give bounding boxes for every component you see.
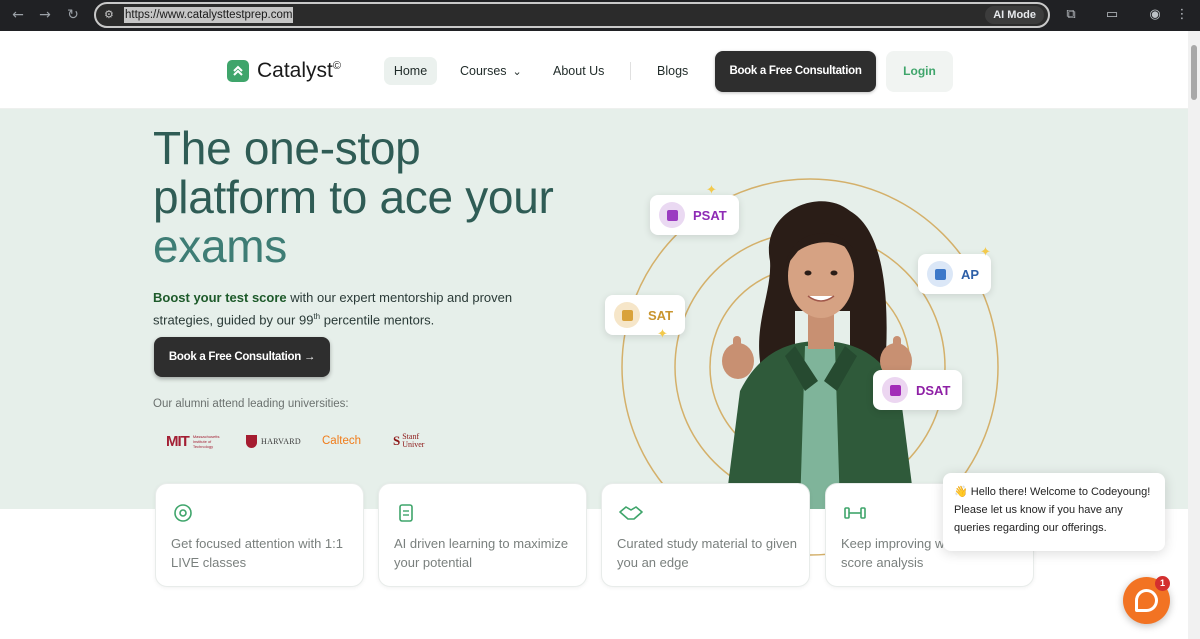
book-consultation-button[interactable]: Book a Free Consultation	[715, 51, 876, 92]
hero-title-line: exams	[153, 220, 287, 272]
hero-subtitle: Boost your test score with our expert me…	[153, 290, 513, 328]
ai-mode-button[interactable]: AI Mode	[985, 6, 1044, 24]
logo[interactable]: Catalyst©	[227, 59, 341, 83]
stanford-logo: S Stanf Univer	[393, 432, 425, 449]
sat-badge: SAT	[605, 295, 686, 335]
ap-icon	[927, 261, 953, 287]
feature-card: Curated study material to given you an e…	[601, 483, 810, 587]
site-settings-icon[interactable]: ⚙	[104, 8, 118, 22]
feature-card: Get focused attention with 1:1 LIVE clas…	[155, 483, 364, 587]
logo-mark-icon	[227, 60, 249, 82]
chat-popup[interactable]: 👋 Hello there! Welcome to Codeyoung! Ple…	[943, 473, 1165, 551]
target-icon	[174, 504, 192, 522]
harvard-logo: HARVARD	[246, 431, 301, 451]
ai-mode-label: AI Mode	[993, 9, 1036, 21]
browser-toolbar: ← → ↻ ⚙ https://www.catalysttestprep.com…	[0, 0, 1200, 31]
feature-text: Get focused attention with 1:1 LIVE clas…	[171, 536, 343, 570]
web-page: Catalyst© Home Courses ⌄ About Us Blogs B…	[0, 31, 1188, 639]
psat-badge: PSAT	[650, 195, 739, 235]
nav-divider	[630, 62, 631, 80]
handshake-icon	[619, 506, 643, 520]
login-button[interactable]: Login	[886, 51, 953, 92]
chevron-down-icon: ⌄	[512, 65, 522, 78]
reload-icon[interactable]: ↻	[63, 5, 83, 25]
harvard-shield-icon	[246, 434, 257, 448]
feature-text: AI driven learning to maximize your pote…	[394, 536, 569, 570]
hero-consultation-button[interactable]: Book a Free Consultation →	[154, 337, 330, 377]
url-text[interactable]: https://www.catalysttestprep.com	[124, 7, 294, 23]
feature-card: AI driven learning to maximize your pote…	[378, 483, 587, 587]
profile-icon[interactable]: ◉	[1145, 5, 1165, 25]
ap-badge: AP	[918, 254, 992, 294]
dumbbell-icon	[844, 507, 866, 519]
alumni-text: Our alumni attend leading universities:	[153, 398, 349, 410]
hero-title-line: platform to ace your	[153, 171, 554, 223]
nav-courses-label: Courses	[460, 64, 507, 78]
nav-about-us[interactable]: About Us	[553, 57, 604, 85]
nav-home[interactable]: Home	[384, 57, 437, 85]
chat-notification-badge: 1	[1155, 576, 1170, 591]
document-icon	[399, 504, 413, 522]
site-header: Catalyst© Home Courses ⌄ About Us Blogs B…	[0, 31, 1188, 109]
logo-text: Catalyst©	[257, 59, 341, 82]
mit-logo: MIT Massachusetts Institute of Technolog…	[166, 432, 220, 450]
sat-icon	[614, 302, 640, 328]
nav-blogs[interactable]: Blogs	[657, 57, 688, 85]
chat-bubble-icon	[1135, 589, 1158, 612]
caltech-logo: Caltech	[322, 435, 361, 447]
dsat-badge: DSAT	[873, 370, 963, 410]
forward-arrow-icon[interactable]: →	[35, 5, 55, 25]
sparkle-icon: ✦	[706, 183, 717, 198]
menu-icon[interactable]: ⋮	[1172, 5, 1192, 25]
hero-title: The one-stop platform to ace your exams	[153, 124, 613, 271]
back-arrow-icon[interactable]: ←	[8, 5, 28, 25]
sparkle-icon: ✦	[980, 245, 991, 260]
psat-icon	[659, 202, 685, 228]
nav-courses[interactable]: Courses ⌄	[460, 57, 522, 85]
hero-title-line: The one-stop	[153, 122, 421, 174]
cast-icon[interactable]: ▭	[1102, 5, 1122, 25]
scrollbar[interactable]	[1188, 31, 1200, 639]
address-bar[interactable]: ⚙ https://www.catalysttestprep.com AI Mo…	[94, 2, 1050, 28]
extensions-icon[interactable]: ⧉	[1061, 5, 1081, 25]
dsat-icon	[882, 377, 908, 403]
feature-text: Curated study material to given you an e…	[617, 536, 797, 570]
scrollbar-thumb[interactable]	[1191, 45, 1197, 100]
sparkle-icon: ✦	[657, 327, 668, 342]
student-photo	[722, 201, 915, 509]
